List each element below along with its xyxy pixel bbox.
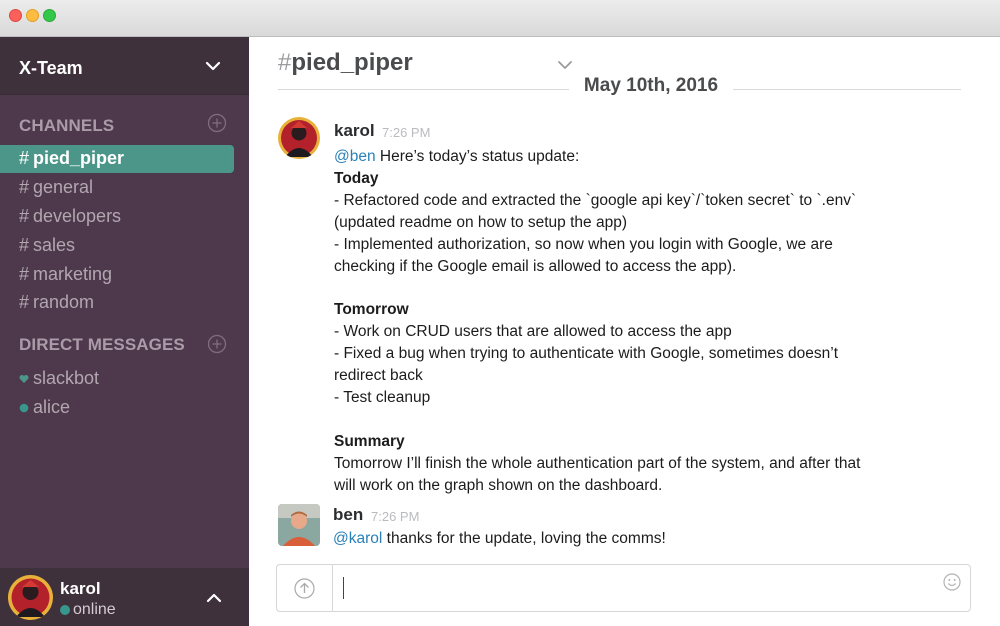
- upload-file-button[interactable]: [277, 565, 333, 611]
- channel-name: sales: [33, 235, 76, 255]
- sidebar-channel-pied-piper[interactable]: # pied_piper: [0, 145, 234, 173]
- zoom-window-button[interactable]: [43, 9, 56, 22]
- mention-link[interactable]: @karol: [333, 530, 382, 547]
- message-author[interactable]: karol: [334, 121, 375, 141]
- message-line: (updated readme on how to setup the app): [334, 214, 627, 231]
- chevron-down-icon[interactable]: [205, 59, 221, 73]
- channel-title-hash: #: [278, 49, 292, 76]
- dm-name: alice: [33, 397, 71, 417]
- current-user-name: karol: [60, 579, 101, 598]
- sidebar: X-Team CHANNELS # pied_piper # general #…: [0, 37, 249, 626]
- online-dot-icon: [19, 403, 29, 413]
- sidebar-dm-alice[interactable]: alice: [0, 394, 234, 422]
- close-window-button[interactable]: [9, 9, 22, 22]
- online-status-icon: [60, 605, 70, 615]
- message-heading: Tomorrow: [334, 301, 409, 318]
- channel-name: pied_piper: [33, 148, 125, 168]
- message-heading: Summary: [334, 433, 405, 450]
- message-text: Here’s today’s status update:: [379, 148, 580, 165]
- channel-hash: #: [19, 148, 30, 168]
- message-line: - Implemented authorization, so now when…: [334, 236, 833, 253]
- text-caret: [343, 577, 344, 599]
- date-divider: May 10th, 2016: [583, 75, 719, 96]
- add-direct-message-icon[interactable]: [207, 334, 227, 354]
- sidebar-channel-developers[interactable]: # developers: [0, 203, 234, 231]
- message-line: @karol thanks for the update, loving the…: [333, 528, 666, 550]
- avatar-image: [278, 504, 320, 546]
- message-line: checking if the Google email is allowed …: [334, 258, 737, 275]
- avatar-image: [8, 575, 53, 620]
- channel-title[interactable]: #pied_piper: [278, 49, 413, 77]
- message-pane: #pied_piper May 10th, 2016 karol 7:26 PM…: [249, 37, 1000, 626]
- chevron-up-icon[interactable]: [206, 592, 222, 604]
- channel-hash: #: [19, 292, 30, 312]
- minimize-window-button[interactable]: [26, 9, 39, 22]
- channel-title-name: pied_piper: [291, 49, 413, 76]
- message-composer: [276, 564, 971, 612]
- mention-link[interactable]: @ben: [334, 148, 376, 165]
- sidebar-channel-marketing[interactable]: # marketing: [0, 261, 234, 289]
- channel-name: marketing: [33, 264, 113, 284]
- message-heading: Today: [334, 170, 379, 187]
- avatar[interactable]: [8, 575, 53, 620]
- message-line: Tomorrow I’ll finish the whole authentic…: [334, 455, 861, 472]
- message-line: @ben Here’s today’s status update:: [334, 146, 579, 168]
- direct-messages-section-title[interactable]: DIRECT MESSAGES: [19, 335, 185, 355]
- channel-name: random: [33, 292, 95, 312]
- channel-hash: #: [19, 235, 30, 255]
- divider: [733, 89, 961, 90]
- message-input[interactable]: [334, 565, 934, 611]
- add-channel-icon[interactable]: [207, 113, 227, 133]
- upload-arrow-icon: [294, 578, 315, 599]
- sidebar-channel-random[interactable]: # random: [0, 289, 234, 317]
- avatar[interactable]: [278, 504, 320, 546]
- channel-name: general: [33, 177, 94, 197]
- divider: [278, 89, 569, 90]
- channel-hash: #: [19, 264, 30, 284]
- current-user-footer[interactable]: karol online: [0, 568, 249, 626]
- message-line: - Work on CRUD users that are allowed to…: [334, 323, 732, 340]
- dm-name: slackbot: [33, 368, 100, 388]
- sidebar-dm-slackbot[interactable]: slackbot: [0, 365, 234, 393]
- team-menu[interactable]: X-Team: [0, 37, 249, 95]
- message-line: - Fixed a bug when trying to authenticat…: [334, 345, 839, 362]
- current-user-status: online: [73, 601, 116, 618]
- message-line: will work on the graph shown on the dash…: [334, 477, 663, 494]
- sidebar-channel-general[interactable]: # general: [0, 174, 234, 202]
- channels-section-title[interactable]: CHANNELS: [19, 116, 114, 136]
- message-author[interactable]: ben: [333, 505, 363, 525]
- avatar-image: [278, 117, 320, 159]
- chevron-down-icon[interactable]: [557, 59, 573, 71]
- avatar[interactable]: [278, 117, 320, 159]
- message-timestamp[interactable]: 7:26 PM: [371, 509, 419, 524]
- channel-name: developers: [33, 206, 122, 226]
- channel-hash: #: [19, 206, 30, 226]
- team-name: X-Team: [19, 58, 83, 78]
- message-timestamp[interactable]: 7:26 PM: [382, 125, 430, 140]
- heart-icon: [19, 375, 29, 383]
- window-titlebar: [0, 0, 1000, 37]
- emoji-icon[interactable]: [943, 573, 961, 591]
- sidebar-channel-sales[interactable]: # sales: [0, 232, 234, 260]
- channel-hash: #: [19, 177, 30, 197]
- message-line: redirect back: [334, 367, 423, 384]
- message-line: - Test cleanup: [334, 389, 431, 406]
- message-text: thanks for the update, loving the comms!: [386, 530, 666, 547]
- message-line: - Refactored code and extracted the `goo…: [334, 192, 857, 209]
